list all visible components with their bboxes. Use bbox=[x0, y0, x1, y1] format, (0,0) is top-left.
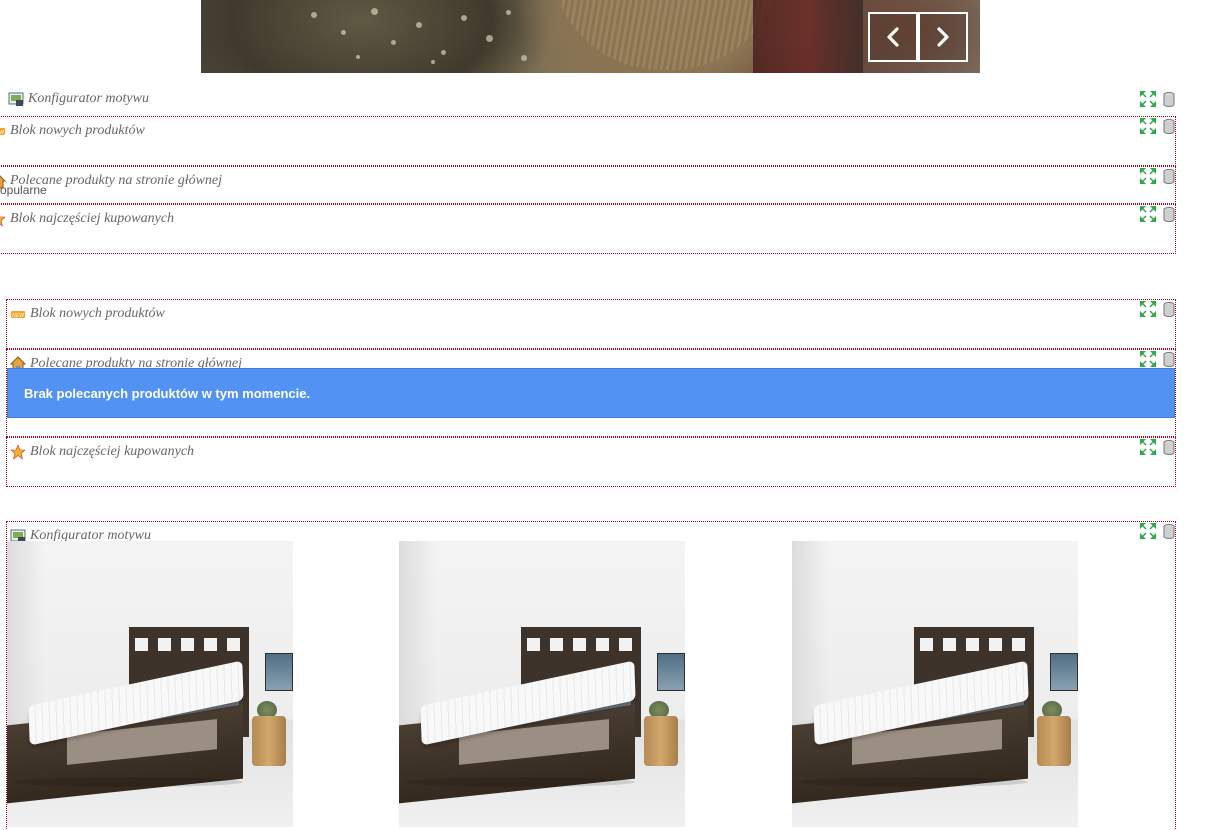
module-title: Konfigurator motywu bbox=[8, 91, 149, 107]
chevron-left-icon bbox=[887, 27, 899, 47]
move-icon[interactable] bbox=[1139, 300, 1157, 318]
bestseller-icon bbox=[0, 216, 6, 227]
alert-text: Brak polecanych produktów w tym momencie… bbox=[24, 385, 311, 401]
trash-icon[interactable] bbox=[1163, 91, 1175, 107]
trash-icon[interactable] bbox=[1163, 118, 1175, 134]
popular-tab-label[interactable]: opularne bbox=[0, 183, 47, 197]
bestseller-icon bbox=[10, 444, 26, 460]
svg-text:NEW: NEW bbox=[12, 313, 25, 319]
module-title-text: Blok najczęściej kupowanych bbox=[30, 444, 195, 459]
module-bestsellers: Blok najczęściej kupowanych bbox=[6, 437, 1176, 487]
module-title: NEW Blok nowych produktów bbox=[10, 306, 165, 322]
module-controls bbox=[1139, 350, 1175, 368]
chevron-right-icon bbox=[937, 27, 949, 47]
hero-scarf-shape bbox=[551, 0, 781, 70]
move-icon[interactable] bbox=[1139, 90, 1157, 108]
module-featured-products-top: Polecane produkty na stronie głównej bbox=[0, 166, 1176, 204]
trash-icon[interactable] bbox=[1163, 523, 1175, 539]
module-controls bbox=[1139, 205, 1175, 223]
move-icon[interactable] bbox=[1139, 522, 1157, 540]
slider-next-button[interactable] bbox=[918, 12, 968, 62]
slider-prev-button[interactable] bbox=[868, 12, 918, 62]
module-bestsellers-top: Blok najczęściej kupowanych bbox=[0, 204, 1176, 254]
module-controls bbox=[1139, 167, 1175, 185]
module-title: Blok najczęściej kupowanych bbox=[0, 211, 174, 227]
product-image-bed[interactable] bbox=[792, 541, 1078, 827]
module-theme-configurator: Konfigurator motywu bbox=[4, 84, 1176, 114]
move-icon[interactable] bbox=[1139, 438, 1157, 456]
module-title-text: Blok nowych produktów bbox=[10, 123, 145, 138]
module-new-products: NEW Blok nowych produktów bbox=[6, 299, 1176, 349]
module-title: NEW Blok nowych produktów bbox=[0, 123, 145, 139]
product-image-bed[interactable] bbox=[399, 541, 685, 827]
module-controls bbox=[1139, 90, 1175, 108]
move-icon[interactable] bbox=[1139, 205, 1157, 223]
hero-red-shape bbox=[753, 0, 863, 73]
hero-slider-image bbox=[201, 0, 980, 73]
page: Konfigurator motywu NEW Blok nowych pr bbox=[0, 0, 1209, 830]
module-controls bbox=[1139, 438, 1175, 456]
move-icon[interactable] bbox=[1139, 117, 1157, 135]
theme-configurator-icon bbox=[8, 92, 24, 106]
product-image-bed[interactable] bbox=[7, 541, 293, 827]
move-icon[interactable] bbox=[1139, 350, 1157, 368]
trash-icon[interactable] bbox=[1163, 168, 1175, 184]
module-title: Blok najczęściej kupowanych bbox=[10, 444, 194, 460]
module-controls bbox=[1139, 522, 1175, 540]
trash-icon[interactable] bbox=[1163, 301, 1175, 317]
module-controls bbox=[1139, 300, 1175, 318]
trash-icon[interactable] bbox=[1163, 351, 1175, 367]
trash-icon[interactable] bbox=[1163, 206, 1175, 222]
module-title-text: Blok nowych produktów bbox=[30, 306, 165, 321]
module-new-products-top: NEW Blok nowych produktów bbox=[0, 116, 1176, 166]
move-icon[interactable] bbox=[1139, 167, 1157, 185]
new-products-icon: NEW bbox=[0, 128, 5, 136]
no-featured-products-alert: Brak polecanych produktów w tym momencie… bbox=[7, 368, 1175, 418]
module-title-text: Blok najczęściej kupowanych bbox=[10, 211, 175, 226]
module-controls bbox=[1139, 117, 1175, 135]
module-title-text: Konfigurator motywu bbox=[28, 91, 149, 106]
trash-icon[interactable] bbox=[1163, 439, 1175, 455]
new-products-icon: NEW bbox=[11, 311, 25, 319]
